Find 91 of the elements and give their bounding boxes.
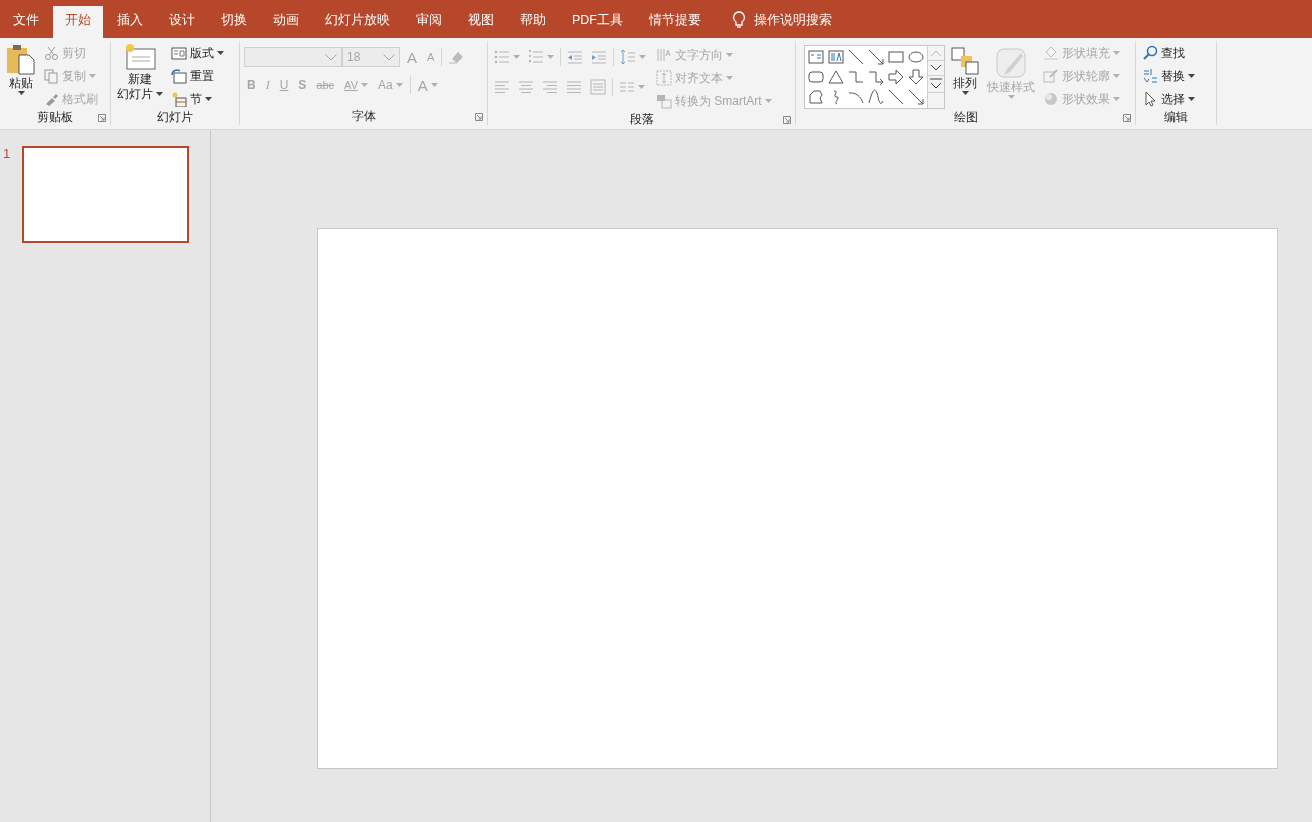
caret-icon	[1007, 95, 1015, 99]
numbering-icon	[528, 49, 544, 65]
ribbon-tab[interactable]: PDF工具	[560, 6, 635, 38]
align-text-icon	[656, 70, 672, 86]
lightbulb-icon	[732, 11, 746, 29]
ribbon-button[interactable]: 版式	[169, 43, 226, 63]
curve-icon	[868, 89, 884, 105]
bullets-icon	[494, 49, 510, 65]
ribbon-button[interactable]: 查找	[1140, 43, 1197, 63]
caret-icon	[638, 85, 645, 89]
ribbon-tab[interactable]: 视图	[456, 6, 506, 38]
group-label: 段落	[629, 111, 654, 128]
brush-icon	[44, 91, 59, 107]
group-label: 绘图	[953, 109, 978, 126]
ribbon-tab[interactable]: 切换	[209, 6, 259, 38]
ribbon-tab[interactable]: 情节提要	[637, 6, 713, 38]
tell-me-search-field[interactable]: 操作说明搜索	[752, 12, 866, 28]
layout-icon	[171, 45, 187, 61]
ribbon-tab[interactable]: 幻灯片放映	[313, 6, 402, 38]
align-center-icon	[518, 79, 534, 95]
replace-icon	[1142, 68, 1158, 84]
reset-icon	[171, 68, 187, 84]
caret-icon	[156, 92, 163, 96]
caret-icon	[547, 55, 554, 59]
more-icon	[928, 76, 944, 93]
chevron-icon	[325, 53, 337, 61]
text-box-icon	[808, 49, 824, 65]
align-right-icon	[542, 79, 558, 95]
align-left-icon	[494, 79, 510, 95]
distributed-icon	[590, 79, 606, 95]
increase-indent-icon	[591, 49, 607, 65]
ribbon-tab[interactable]: 审阅	[404, 6, 454, 38]
caret-icon	[961, 91, 969, 95]
line-icon	[848, 49, 864, 65]
ribbon-button[interactable]: 重置	[169, 66, 226, 86]
paste-button[interactable]: 粘贴	[4, 43, 38, 95]
clipboard-icon	[6, 43, 36, 75]
decrease-indent-icon	[567, 49, 583, 65]
rectangle-icon	[888, 49, 904, 65]
triangle-icon	[828, 69, 844, 85]
chevron-icon	[383, 53, 395, 61]
eraser-icon	[448, 49, 465, 65]
smartart-icon	[656, 93, 672, 109]
line-spacing-icon	[620, 49, 636, 65]
group-label: 编辑	[1164, 109, 1188, 126]
caret-icon	[17, 91, 25, 95]
elbow-arrow-icon	[868, 69, 884, 85]
ribbon-tab[interactable]: 开始	[53, 6, 103, 38]
right-arrow-icon	[888, 69, 904, 85]
justify-icon	[566, 79, 582, 95]
ribbon-tab[interactable]: 插入	[105, 6, 155, 38]
new-slide-button[interactable]: 新建 幻灯片	[115, 43, 165, 101]
arrange-button[interactable]: 排列	[949, 43, 981, 95]
line-icon	[888, 89, 904, 105]
new-slide-icon	[124, 43, 156, 71]
group-label: 剪贴板	[37, 109, 73, 126]
caret-icon	[513, 55, 520, 59]
text-direction-icon	[656, 47, 672, 63]
ribbon-tab[interactable]: 动画	[261, 6, 311, 38]
elbow-connector-icon	[848, 69, 864, 85]
ribbon-tab[interactable]: 帮助	[508, 6, 558, 38]
quick-styles-icon	[995, 47, 1027, 79]
ribbon-tab[interactable]: 设计	[157, 6, 207, 38]
columns-icon	[619, 79, 635, 95]
ribbon-button[interactable]: 替换	[1140, 66, 1197, 86]
section-icon	[171, 91, 187, 107]
group-label: 幻灯片	[157, 109, 193, 126]
oval-icon	[908, 49, 924, 65]
slide-thumbnail[interactable]	[22, 146, 190, 243]
scissors-icon	[44, 45, 59, 61]
slide-number: 1	[3, 146, 11, 161]
shape-gallery[interactable]	[804, 45, 945, 109]
cursor-icon	[1142, 91, 1158, 107]
search-icon	[1142, 45, 1158, 61]
down-arrow-icon	[908, 69, 924, 85]
arrange-icon	[951, 47, 979, 75]
group-label: 字体	[351, 107, 376, 125]
caret-icon	[639, 55, 646, 59]
arc-icon	[848, 89, 864, 105]
pen-icon	[1043, 68, 1059, 84]
effects-icon	[1043, 91, 1059, 107]
ribbon-button[interactable]: 选择	[1140, 89, 1197, 109]
arrow-line-icon	[908, 89, 924, 105]
rounded-rectangle-icon	[808, 69, 824, 85]
arrow-line-icon	[868, 49, 884, 65]
copy-icon	[44, 68, 59, 84]
freeform-icon	[808, 89, 824, 105]
paint-bucket-icon	[1043, 45, 1059, 61]
ribbon-tab[interactable]: 文件	[1, 6, 51, 38]
vertical-text-box-icon	[828, 49, 844, 65]
ribbon-button[interactable]: 节	[169, 89, 226, 109]
